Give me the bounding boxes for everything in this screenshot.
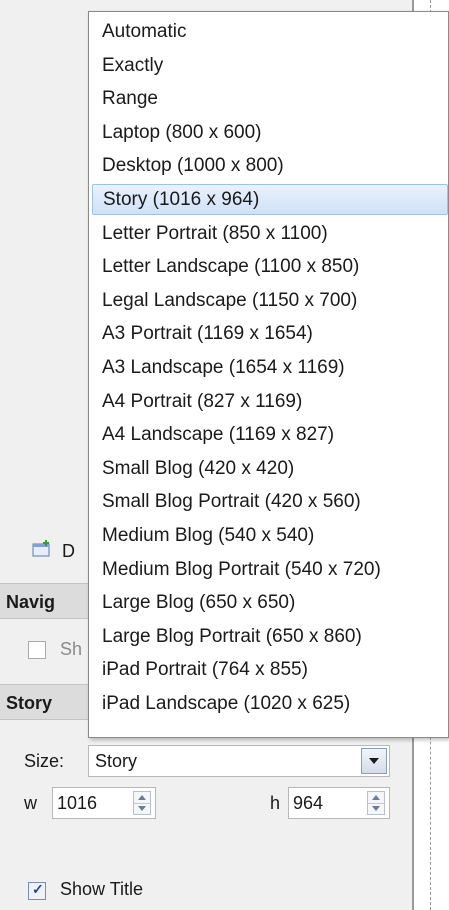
height-increment-icon[interactable] (372, 795, 380, 800)
checkmark-icon: ✓ (32, 881, 44, 897)
dropdown-option[interactable]: A4 Portrait (827 x 1169) (92, 386, 448, 417)
show-title-label: Show Title (60, 879, 144, 899)
dropdown-option[interactable]: Medium Blog (540 x 540) (92, 520, 448, 551)
width-increment-icon[interactable] (138, 795, 146, 800)
navigator-show-label: Sh (60, 639, 83, 659)
navigator-show-checkbox[interactable] (28, 641, 46, 659)
dropdown-option[interactable]: Laptop (800 x 600) (92, 117, 448, 148)
dropdown-option[interactable]: Small Blog (420 x 420) (92, 453, 448, 484)
dropdown-option[interactable]: Range (92, 83, 448, 114)
height-decrement-icon[interactable] (372, 806, 380, 811)
new-dashboard-icon (32, 540, 52, 558)
show-title-checkbox[interactable]: ✓ (28, 881, 46, 900)
navigator-header-label: Navig (6, 592, 56, 612)
width-stepper-buttons[interactable] (133, 791, 151, 815)
size-select[interactable]: Story (88, 745, 390, 777)
width-spinner[interactable]: 1016 (52, 787, 156, 819)
width-decrement-icon[interactable] (138, 806, 146, 811)
size-label: Size: (24, 751, 65, 771)
height-spinner[interactable]: 964 (288, 787, 390, 819)
dropdown-option[interactable]: Exactly (92, 50, 448, 81)
height-label: h (270, 793, 281, 813)
dropdown-option[interactable]: A4 Landscape (1169 x 827) (92, 419, 448, 450)
height-value: 964 (293, 793, 324, 813)
height-stepper-buttons[interactable] (367, 791, 385, 815)
dropdown-option[interactable]: A3 Portrait (1169 x 1654) (92, 318, 448, 349)
width-value: 1016 (57, 793, 98, 813)
dropdown-option[interactable]: Legal Landscape (1150 x 700) (92, 285, 448, 316)
dropdown-option[interactable]: Letter Portrait (850 x 1100) (92, 218, 448, 249)
chevron-down-icon (369, 758, 379, 764)
dropdown-option[interactable]: Large Blog (650 x 650) (92, 587, 448, 618)
dropdown-option[interactable]: Automatic (92, 16, 448, 47)
size-dropdown-list: Automatic Exactly Range Laptop (800 x 600) D… (88, 11, 449, 738)
dropdown-option[interactable]: iPad Portrait (764 x 855) (92, 654, 448, 685)
dropdown-option[interactable]: Small Blog Portrait (420 x 560) (92, 486, 448, 517)
width-label: w (24, 793, 37, 813)
dropdown-option[interactable]: A3 Landscape (1654 x 1169) (92, 352, 448, 383)
size-select-value: Story (95, 751, 138, 771)
size-dropdown-button[interactable] (361, 748, 387, 774)
dropdown-option[interactable]: Story (1016 x 964) (92, 184, 448, 215)
dropdown-option[interactable]: iPad Landscape (1020 x 625) (92, 688, 448, 719)
dropdown-option[interactable]: Medium Blog Portrait (540 x 720) (92, 554, 448, 585)
dropdown-option[interactable]: Letter Landscape (1100 x 850) (92, 251, 448, 282)
dropdown-option[interactable]: Desktop (1000 x 800) (92, 150, 448, 181)
new-dashboard-label: D (62, 541, 75, 561)
dropdown-option[interactable]: Large Blog Portrait (650 x 860) (92, 621, 448, 652)
story-header-label: Story (6, 693, 53, 713)
